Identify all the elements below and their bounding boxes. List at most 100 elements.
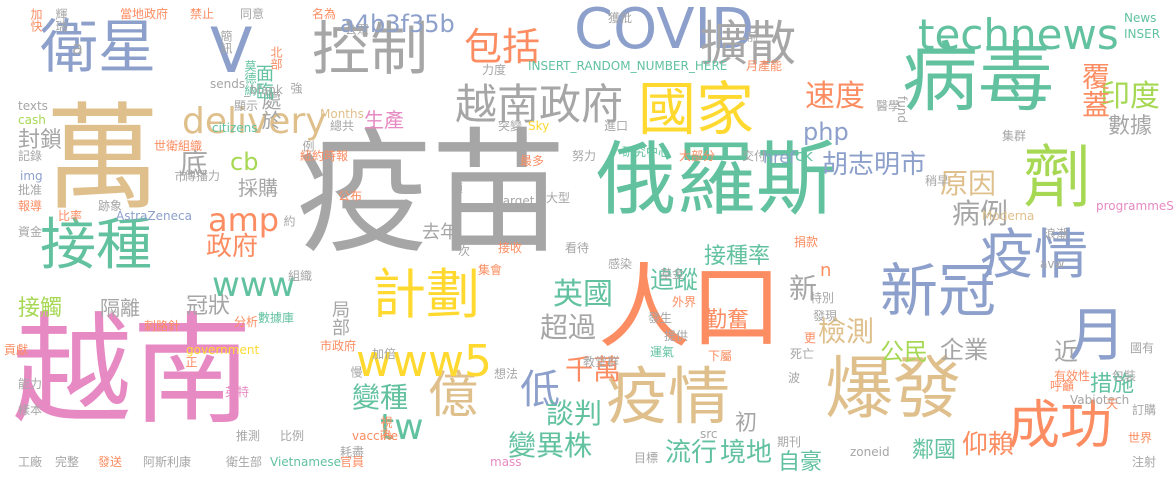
cloud-word: 組織	[288, 269, 313, 283]
cloud-word: 最多	[520, 154, 545, 168]
cloud-word: Vabiotech	[1070, 393, 1130, 407]
cloud-word: 爆發	[825, 350, 962, 429]
cloud-word: _blank	[244, 83, 283, 97]
cloud-word: 天	[1106, 397, 1119, 411]
cloud-word: 集會	[478, 263, 503, 277]
cloud-word: 貢獻	[4, 343, 29, 357]
cloud-word: 呼籲	[1050, 379, 1075, 393]
cloud-word: 約	[282, 215, 296, 227]
cloud-word: zoneid	[850, 445, 890, 459]
cloud-word: 稍早	[925, 174, 950, 188]
cloud-word: 傳播力	[184, 169, 221, 183]
cloud-word: 加倍	[372, 347, 397, 361]
cloud-word: INSERT_RANDOM_NUMBER_HERE	[528, 59, 728, 73]
cloud-word: 集群	[1002, 129, 1027, 143]
cloud-word: 發送	[98, 455, 123, 469]
cloud-word: 工廠	[18, 455, 43, 469]
cloud-word: 成功	[1008, 396, 1113, 456]
cloud-word: 接種	[40, 213, 152, 278]
cloud-word: 下屬	[708, 349, 733, 363]
cloud-word: src	[700, 427, 718, 441]
cloud-word: 採購	[238, 176, 278, 200]
cloud-word: 公布	[338, 189, 363, 203]
cloud-word: Vietnamese	[270, 455, 342, 469]
cloud-word: 阿斯利康	[143, 455, 192, 469]
cloud-word: 計劃	[372, 263, 480, 326]
cloud-word: AstraZeneca	[116, 209, 192, 223]
cloud-word: 總共	[330, 119, 355, 133]
cloud-word: 前	[745, 30, 759, 42]
cloud-word: 北部	[269, 46, 283, 70]
cloud-word: 推測	[236, 429, 261, 443]
cloud-word: sends	[210, 77, 246, 91]
cloud-word: 運氣	[650, 345, 675, 359]
cloud-word: 超過	[540, 311, 597, 344]
cloud-word: 報導	[18, 199, 43, 213]
cloud-word: 紐約時報	[300, 149, 349, 163]
cloud-word: programmeSpared	[1096, 199, 1175, 213]
cloud-word: 適	[451, 181, 464, 195]
cloud-word: 資金	[18, 225, 43, 239]
cloud-word: 注射	[1132, 455, 1157, 469]
cloud-word: texts	[18, 99, 48, 113]
cloud-word: 記錄	[18, 149, 43, 163]
cloud-word: 同意	[240, 7, 265, 21]
cloud-word: 努力	[572, 149, 597, 163]
cloud-word: 鄰國	[912, 438, 957, 463]
cloud-word: 流行	[665, 438, 718, 468]
cloud-word: 禁止	[190, 7, 215, 21]
cloud-word: a	[72, 38, 84, 59]
cloud-word: 波	[788, 371, 801, 385]
cloud-word: 加快	[29, 8, 43, 32]
cloud-word: 基金	[660, 267, 685, 281]
cloud-word: INSER	[1124, 27, 1161, 41]
cloud-word: 企業	[940, 336, 988, 364]
cloud-word: php	[803, 118, 849, 146]
cloud-word: 近	[1054, 338, 1078, 366]
cloud-word: 外界	[672, 295, 697, 309]
cloud-word: 官員	[340, 455, 365, 469]
cloud-word: 自豪	[778, 450, 823, 475]
cloud-word: mass	[490, 455, 522, 469]
cloud-word: 突變	[498, 119, 523, 133]
cloud-word: 名為	[312, 7, 337, 21]
cloud-word: 胡志明市	[822, 150, 927, 180]
cloud-word: 批准	[18, 183, 43, 197]
cloud-word: 進口	[604, 119, 629, 133]
cloud-word: News	[1124, 11, 1157, 25]
cloud-word: 冠狀	[186, 294, 231, 319]
cloud-word: 捐款	[794, 235, 819, 249]
cloud-word: 簡訊	[219, 30, 233, 54]
cloud-word: avw	[1040, 257, 1065, 271]
cloud-word: 英國	[553, 277, 613, 312]
cloud-word: Sky	[528, 119, 550, 133]
cloud-word: href	[763, 148, 795, 167]
cloud-word: 仰賴	[962, 430, 1015, 460]
cloud-word: technews	[918, 10, 1119, 59]
cloud-word: 死亡	[790, 347, 815, 361]
cloud-word: 能力	[18, 377, 43, 391]
cloud-word: n	[820, 260, 832, 281]
cloud-word: 國家	[638, 75, 755, 143]
cloud-word: 教堂群	[583, 355, 620, 369]
cloud-word: 目標	[634, 451, 659, 465]
cloud-word: 樣本	[18, 403, 43, 417]
cloud-word: 新冠	[880, 257, 997, 325]
cloud-word: 醫學	[876, 99, 901, 113]
cloud-word: 顯示	[234, 99, 259, 113]
cloud-word: 正	[184, 356, 198, 368]
cloud-word: 接種率	[704, 244, 771, 269]
cloud-word: 疫情	[606, 360, 731, 433]
cloud-word: 世界	[1128, 431, 1153, 445]
cloud-word: 世衛組織	[154, 139, 203, 153]
cloud-word: cb	[230, 148, 259, 176]
cloud-word: 速度	[805, 79, 865, 114]
cloud-word: 發現	[813, 309, 838, 323]
cloud-word: 去年	[422, 222, 458, 243]
cloud-word: 比例	[280, 429, 305, 443]
cloud-word: 接收	[498, 241, 523, 255]
cloud-word: 訂購	[1132, 403, 1157, 417]
cloud-word: ck	[795, 146, 814, 165]
cloud-word: 分析	[234, 315, 259, 329]
cloud-word: 談判	[546, 397, 603, 430]
